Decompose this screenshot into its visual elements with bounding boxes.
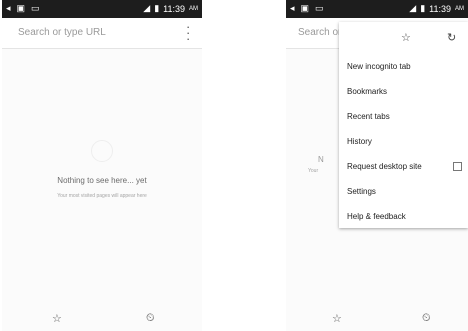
menu-item-help-feedback[interactable]: Help & feedback [339, 204, 468, 229]
bookmarks-star-icon[interactable]: ☆ [332, 312, 342, 325]
message-icon: ▭ [315, 3, 324, 13]
ntp-title: Nothing to see here... yet [57, 176, 147, 185]
ntp-title-partial: N [318, 155, 324, 164]
menu-item-label: Recent tabs [347, 112, 390, 121]
status-ampm: AM [189, 5, 198, 12]
history-clock-icon[interactable]: ⏲ [146, 312, 155, 325]
phone-screen-right: ◂ ▣ ▭ ◢ ▮ 11:39 AM Search or N Your ☆ ⏲ … [286, 0, 468, 331]
star-icon[interactable]: ☆ [401, 31, 411, 44]
new-tab-page-empty-state: Nothing to see here... yet Your most vis… [2, 140, 202, 199]
overflow-menu-icon[interactable]: · · · [186, 20, 192, 45]
desktop-site-checkbox[interactable] [453, 162, 462, 171]
message-icon: ▭ [31, 3, 40, 13]
menu-item-label: New incognito tab [347, 62, 411, 71]
notification-icon: ◂ [6, 3, 11, 13]
bookmarks-star-icon[interactable]: ☆ [52, 312, 62, 325]
menu-item-label: History [347, 137, 372, 146]
search-input[interactable]: Search or type URL [18, 27, 106, 38]
menu-item-bookmarks[interactable]: Bookmarks [339, 79, 468, 104]
status-icons-right: ◢ ▮ 11:39 AM [409, 3, 464, 14]
status-bar: ◂ ▣ ▭ ◢ ▮ 11:39 AM [286, 0, 468, 18]
menu-item-label: Settings [347, 187, 376, 196]
status-icons-left: ◂ ▣ ▭ [6, 3, 40, 14]
menu-item-request-desktop-site[interactable]: Request desktop site [339, 154, 468, 179]
menu-item-settings[interactable]: Settings [339, 179, 468, 204]
menu-item-label: Help & feedback [347, 212, 406, 221]
history-clock-icon[interactable]: ⏲ [422, 312, 431, 325]
status-bar: ◂ ▣ ▭ ◢ ▮ 11:39 AM [2, 0, 202, 18]
notification-icon: ◂ [290, 3, 295, 13]
lock-icon: ▣ [16, 3, 26, 13]
menu-item-label: Request desktop site [347, 162, 422, 171]
menu-item-label: Bookmarks [347, 87, 388, 96]
status-icons-left: ◂ ▣ ▭ [290, 3, 324, 14]
signal-icon: ◢ [409, 3, 417, 13]
status-time: 11:39 [429, 3, 451, 14]
battery-icon: ▮ [420, 3, 426, 13]
reload-icon[interactable]: ↻ [447, 31, 456, 44]
menu-item-history[interactable]: History [339, 129, 468, 154]
ntp-subtitle-partial: Your [308, 168, 319, 174]
status-icons-right: ◢ ▮ 11:39 AM [143, 3, 198, 14]
overflow-menu: ☆ ↻ New incognito tab Bookmarks Recent t… [339, 22, 468, 228]
lock-icon: ▣ [300, 3, 310, 13]
status-time: 11:39 [163, 3, 185, 14]
menu-item-new-incognito-tab[interactable]: New incognito tab [339, 54, 468, 79]
bottom-bar: ☆ ⏲ [2, 301, 202, 331]
omnibox[interactable]: Search or type URL · · · [2, 18, 202, 49]
menu-top-icons: ☆ ↻ [339, 22, 468, 54]
ntp-placeholder-circle [91, 140, 113, 162]
status-ampm: AM [455, 5, 464, 12]
signal-icon: ◢ [143, 3, 151, 13]
search-input-partial[interactable]: Search or [298, 27, 341, 38]
battery-icon: ▮ [154, 3, 160, 13]
phone-screen-left: ◂ ▣ ▭ ◢ ▮ 11:39 AM Search or type URL · ·… [2, 0, 202, 331]
ntp-subtitle: Your most visited pages will appear here [57, 193, 147, 199]
bottom-bar: ☆ ⏲ [286, 301, 468, 331]
menu-item-recent-tabs[interactable]: Recent tabs [339, 104, 468, 129]
